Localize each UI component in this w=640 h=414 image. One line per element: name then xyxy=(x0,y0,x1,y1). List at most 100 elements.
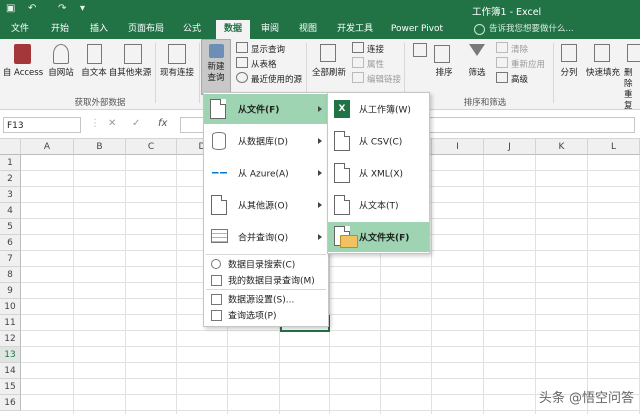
flash-fill-button[interactable]: 快速填充 xyxy=(584,68,622,79)
gridline xyxy=(21,410,640,411)
clear-button[interactable]: 清除 xyxy=(496,42,528,55)
show-queries-button[interactable]: 显示查询 xyxy=(236,42,285,55)
remove-duplicates-button[interactable]: 删除 重复 xyxy=(624,68,640,112)
menu-item-combine-queries[interactable]: 合并查询(Q) xyxy=(204,222,328,252)
menu-item-from-azure[interactable]: 从 Azure(A) xyxy=(204,158,328,188)
submenu-item-from-csv[interactable]: 从 CSV(C) xyxy=(328,126,429,156)
new-query-button[interactable]: 新建 查询 xyxy=(201,39,231,95)
submenu-item-from-xml[interactable]: 从 XML(X) xyxy=(328,158,429,188)
column-header-A[interactable]: A xyxy=(21,139,74,155)
row-header-7[interactable]: 7 xyxy=(0,251,21,267)
existing-connections-button[interactable]: 现有连接 xyxy=(157,68,197,79)
tab-home[interactable]: 开始 xyxy=(45,20,75,39)
tab-insert[interactable]: 插入 xyxy=(84,20,114,39)
access-icon xyxy=(14,44,31,64)
row-header-11[interactable]: 11 xyxy=(0,315,21,331)
tab-power-pivot[interactable]: Power Pivot xyxy=(387,20,447,39)
enter-icon[interactable]: ✓ xyxy=(132,118,140,129)
tab-view[interactable]: 视图 xyxy=(293,20,323,39)
tell-me-search[interactable]: 告诉我您想要做什么... xyxy=(489,20,574,39)
name-box[interactable]: F13 xyxy=(3,117,81,133)
properties-button[interactable]: 属性 xyxy=(352,57,384,70)
excel-workbook-icon: X xyxy=(334,100,350,118)
menu-item-data-catalog-search[interactable]: 数据目录搜索(C) xyxy=(204,256,328,272)
row-header-10[interactable]: 10 xyxy=(0,299,21,315)
submenu-item-from-workbook[interactable]: X 从工作簿(W) xyxy=(328,94,429,124)
submenu-item-from-text[interactable]: 从文本(T) xyxy=(328,190,429,220)
connections-button[interactable]: 连接 xyxy=(352,42,384,55)
row-header-13[interactable]: 13 xyxy=(0,347,21,363)
menu-divider xyxy=(206,289,326,290)
row-header-12[interactable]: 12 xyxy=(0,331,21,347)
menu-item-data-source-settings[interactable]: 数据源设置(S)... xyxy=(204,291,328,307)
tab-formulas[interactable]: 公式 xyxy=(177,20,207,39)
menu-item-label: 数据目录搜索(C) xyxy=(228,260,296,271)
edit-links-label: 编辑链接 xyxy=(367,75,402,85)
gridline xyxy=(21,346,640,347)
refresh-all-button[interactable]: 全部刷新 xyxy=(307,68,351,79)
other-sources-icon xyxy=(124,44,142,64)
row-header-14[interactable]: 14 xyxy=(0,363,21,379)
row-header-16[interactable]: 16 xyxy=(0,395,21,411)
column-header-L[interactable]: L xyxy=(588,139,640,155)
reapply-button[interactable]: 重新应用 xyxy=(496,57,545,70)
row-header-8[interactable]: 8 xyxy=(0,267,21,283)
menu-item-query-options[interactable]: 查询选项(P) xyxy=(204,307,328,323)
from-access-button[interactable]: 自 Access xyxy=(2,68,44,79)
advanced-button[interactable]: 高级 xyxy=(496,72,528,85)
menu-item-from-database[interactable]: 从数据库(D) xyxy=(204,126,328,156)
from-table-button[interactable]: 从表格 xyxy=(236,57,277,70)
cancel-icon[interactable]: ✕ xyxy=(108,118,116,129)
from-other-sources-button[interactable]: 自其他来源 xyxy=(106,68,154,79)
gridline xyxy=(21,314,640,315)
submenu-arrow-icon xyxy=(318,138,322,144)
new-query-icon xyxy=(209,44,224,58)
row-header-6[interactable]: 6 xyxy=(0,235,21,251)
ribbon-divider xyxy=(553,43,554,103)
existing-connections-icon xyxy=(168,44,186,64)
tab-data[interactable]: 数据 xyxy=(216,20,250,39)
tab-developer[interactable]: 开发工具 xyxy=(332,20,378,39)
database-icon xyxy=(212,132,226,150)
select-all-corner[interactable] xyxy=(0,139,21,155)
watermark: 头条 @悟空问答 xyxy=(538,391,634,406)
menu-item-label: 我的数据目录查询(M) xyxy=(228,276,315,287)
customize-quick-access-icon[interactable]: ▾ xyxy=(80,3,85,14)
column-header-B[interactable]: B xyxy=(74,139,126,155)
remove-duplicates-label-2: 重复 xyxy=(624,90,633,111)
undo-icon[interactable]: ↶ xyxy=(28,3,36,14)
row-header-15[interactable]: 15 xyxy=(0,379,21,395)
column-header-J[interactable]: J xyxy=(484,139,536,155)
submenu-item-from-folder[interactable]: 从文件夹(F) xyxy=(328,222,429,252)
filter-button[interactable]: 筛选 xyxy=(460,68,494,79)
column-header-I[interactable]: I xyxy=(432,139,484,155)
row-header-2[interactable]: 2 xyxy=(0,171,21,187)
menu-item-from-file[interactable]: 从文件(F) xyxy=(204,94,328,124)
row-header-4[interactable]: 4 xyxy=(0,203,21,219)
row-header-1[interactable]: 1 xyxy=(0,155,21,171)
tab-file[interactable]: 文件 xyxy=(5,20,35,39)
column-header-C[interactable]: C xyxy=(126,139,177,155)
row-header-3[interactable]: 3 xyxy=(0,187,21,203)
split-button[interactable]: 分列 xyxy=(556,68,582,79)
row-header-5[interactable]: 5 xyxy=(0,219,21,235)
tab-page-layout[interactable]: 页面布局 xyxy=(123,20,169,39)
menu-item-from-other-sources[interactable]: 从其他源(O) xyxy=(204,190,328,220)
from-web-button[interactable]: 自网站 xyxy=(44,68,78,79)
gridline xyxy=(21,330,640,331)
tab-review[interactable]: 审阅 xyxy=(255,20,285,39)
redo-icon[interactable]: ↷ xyxy=(58,3,66,14)
menu-item-label: 从数据库(D) xyxy=(238,137,288,148)
row-header-9[interactable]: 9 xyxy=(0,283,21,299)
group-label-get-external: 获取外部数据 xyxy=(74,98,126,108)
recent-sources-button[interactable]: 最近使用的源 xyxy=(236,72,302,85)
edit-links-button[interactable]: 编辑链接 xyxy=(352,72,401,85)
column-header-K[interactable]: K xyxy=(536,139,588,155)
menu-item-my-catalog-queries[interactable]: 我的数据目录查询(M) xyxy=(204,272,328,288)
insert-function-icon[interactable]: fx xyxy=(158,118,167,129)
save-icon[interactable]: ▣ xyxy=(6,3,15,14)
sort-button[interactable]: 排序 xyxy=(432,68,456,79)
sort-icon xyxy=(434,45,450,63)
refresh-all-icon xyxy=(320,44,336,62)
gridline xyxy=(21,362,640,363)
